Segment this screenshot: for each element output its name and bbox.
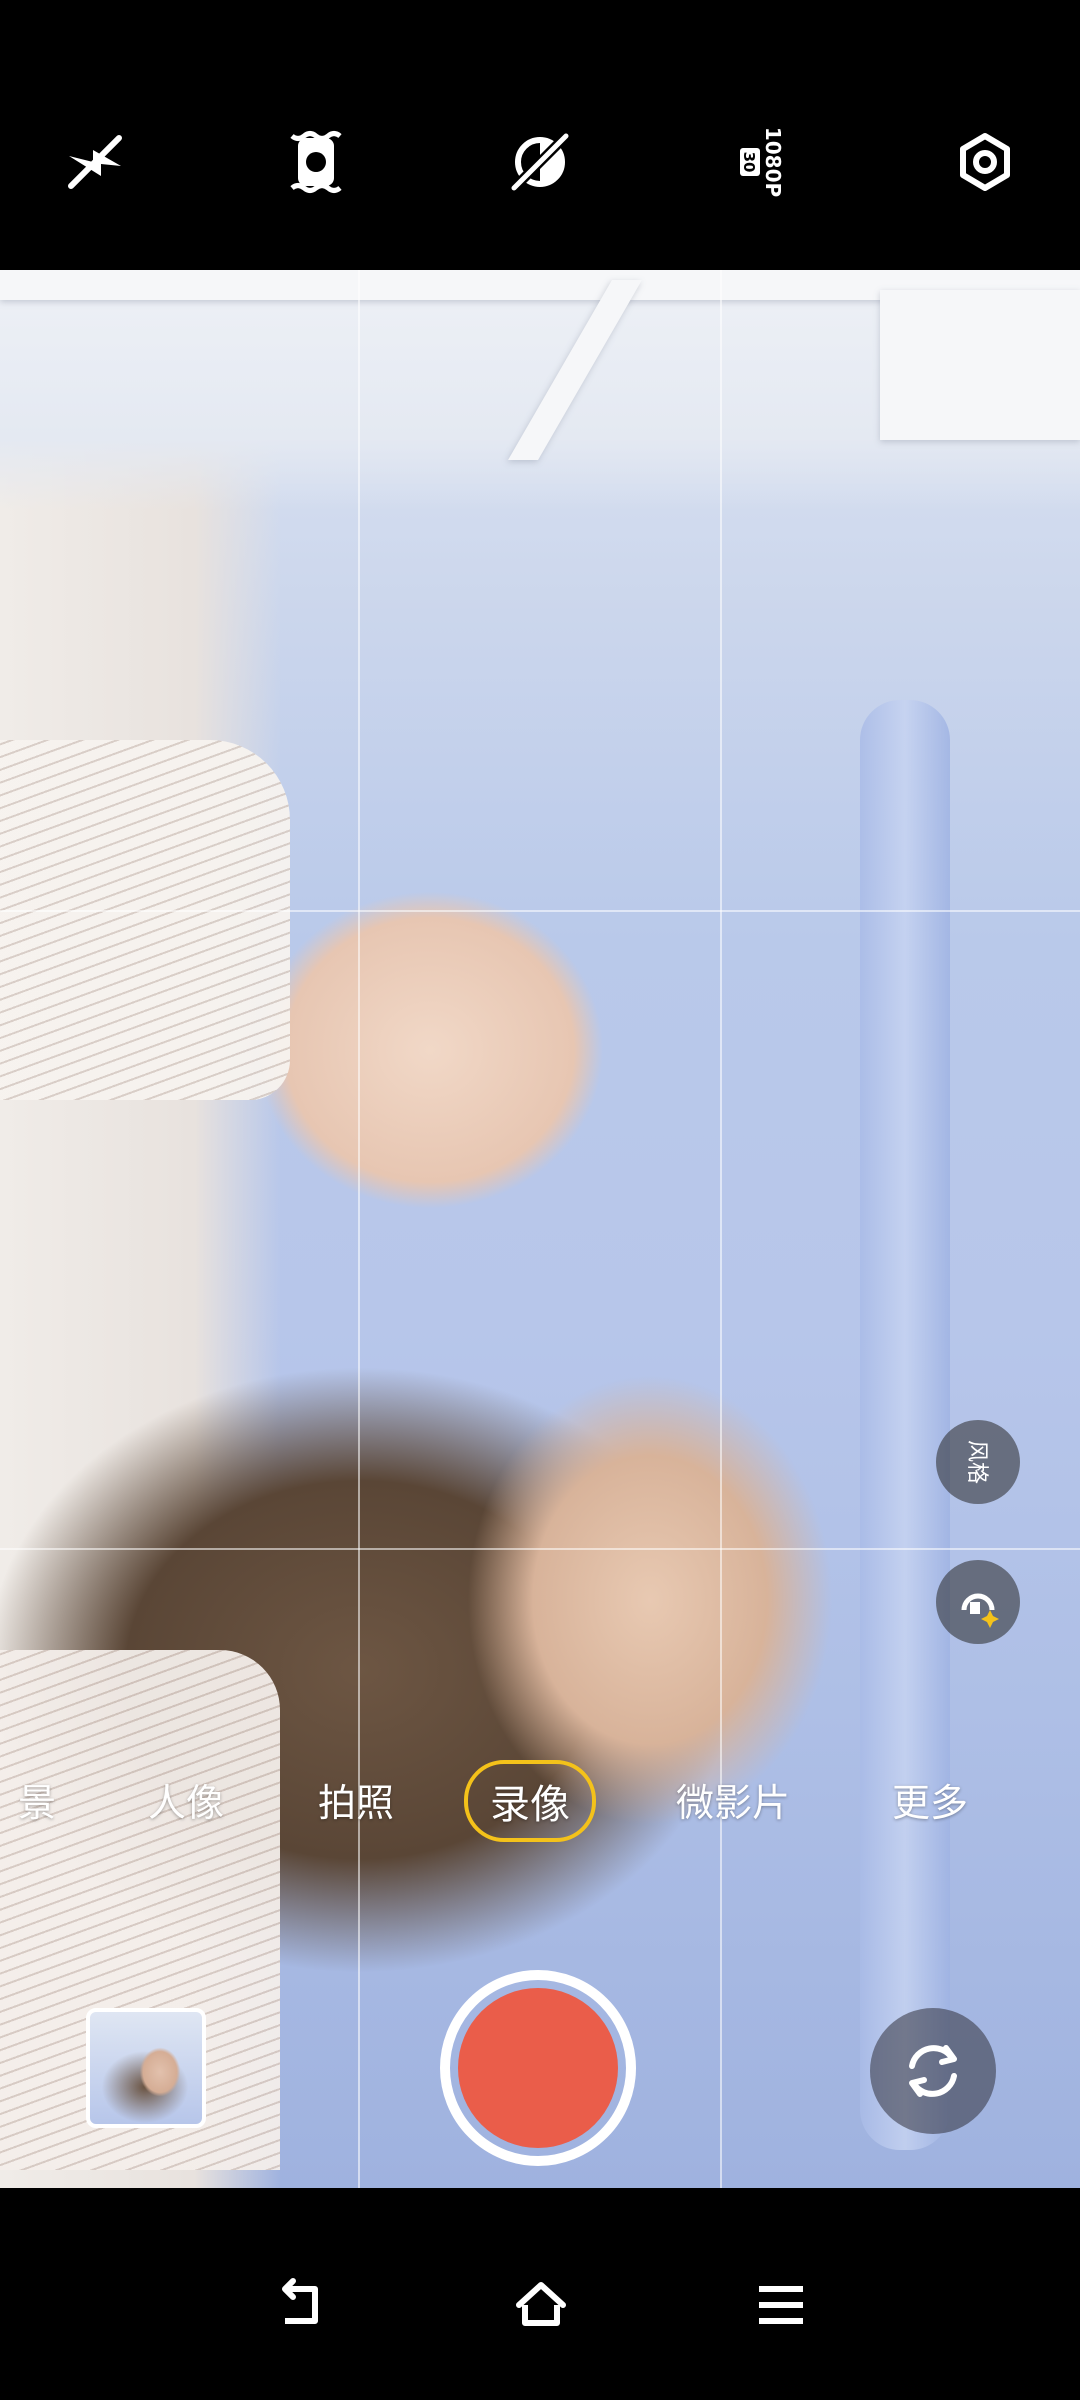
camera-top-bar: 1080P 30	[0, 0, 1080, 270]
grid-line	[0, 910, 1080, 912]
beauty-button[interactable]	[936, 1560, 1020, 1644]
svg-text:30: 30	[740, 152, 758, 173]
back-icon	[282, 2278, 318, 2324]
record-button-core	[458, 1988, 618, 2148]
settings-button[interactable]	[945, 122, 1025, 202]
gallery-thumbnail[interactable]	[86, 2008, 206, 2128]
scene-curtain	[860, 700, 950, 2150]
gear-icon	[960, 133, 1010, 191]
flash-off-button[interactable]	[55, 122, 135, 202]
flash-off-icon	[68, 135, 122, 189]
menu-button[interactable]	[746, 2270, 816, 2340]
menu-icon	[759, 2286, 803, 2324]
camera-viewfinder[interactable]: 风格 景 人像 拍照 录像 微影片 更多	[0, 270, 1080, 2188]
back-button[interactable]	[266, 2270, 336, 2340]
mode-item[interactable]: 景	[18, 1772, 56, 1827]
style-button[interactable]: 风格	[936, 1420, 1020, 1504]
filter-off-icon	[510, 132, 570, 192]
filter-off-button[interactable]	[500, 122, 580, 202]
resolution-button[interactable]: 1080P 30	[724, 122, 804, 202]
resolution-icon: 1080P 30	[740, 127, 785, 197]
grid-line	[720, 270, 722, 2188]
stabilization-button[interactable]	[278, 122, 358, 202]
mode-selector: 景 人像 拍照 录像 微影片 更多	[0, 1750, 1080, 1860]
grid-line	[0, 1548, 1080, 1550]
mode-item-micro-film[interactable]: 微影片	[676, 1772, 790, 1827]
mode-item-video[interactable]: 录像	[464, 1760, 596, 1842]
switch-camera-icon	[909, 2045, 957, 2097]
mode-item-photo[interactable]: 拍照	[318, 1772, 394, 1827]
stabilization-icon	[290, 131, 342, 193]
beauty-icon	[961, 1593, 999, 1628]
switch-camera-button[interactable]	[870, 2008, 996, 2134]
scene-shirt	[0, 740, 290, 1100]
home-icon	[516, 2282, 566, 2326]
grid-line	[358, 270, 360, 2188]
record-button[interactable]	[440, 1970, 636, 2166]
svg-text:1080P: 1080P	[761, 127, 785, 197]
home-button[interactable]	[506, 2270, 576, 2340]
mode-item-more[interactable]: 更多	[892, 1772, 968, 1827]
mode-item-portrait[interactable]: 人像	[148, 1772, 224, 1827]
svg-text:风格: 风格	[964, 1440, 989, 1484]
system-nav-bar	[0, 2188, 1080, 2400]
